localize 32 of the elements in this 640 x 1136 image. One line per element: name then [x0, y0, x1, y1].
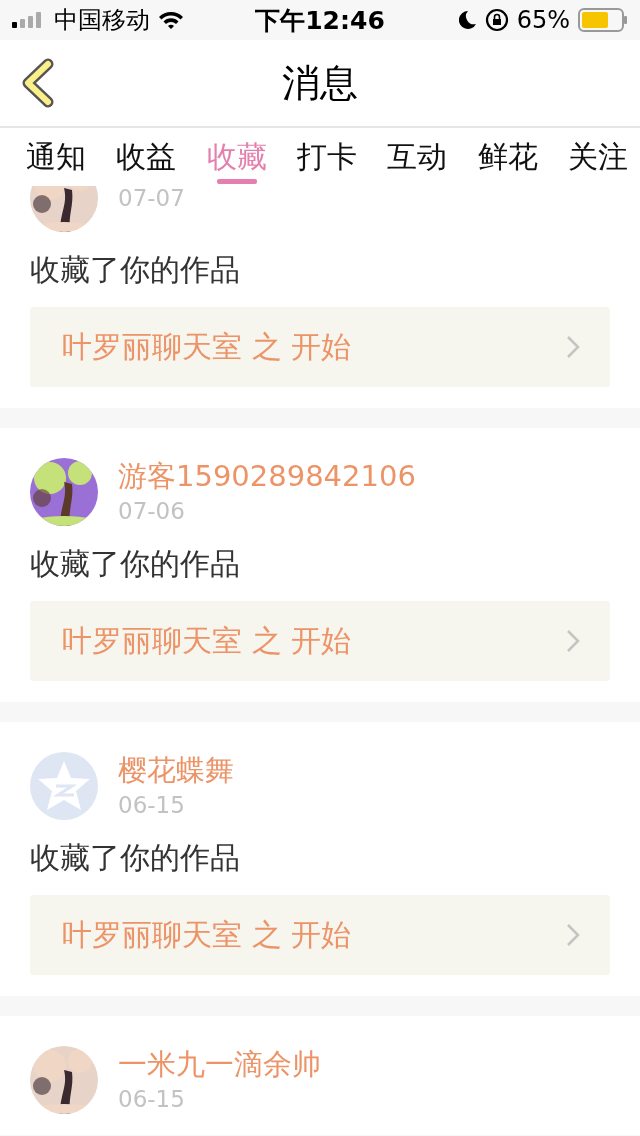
- message-text: 收藏了你的作品: [30, 251, 241, 289]
- rotation-lock-icon: [484, 8, 509, 32]
- work-link[interactable]: 叶罗丽聊天室 之 开始: [30, 307, 610, 387]
- message-date: 06-15: [118, 791, 186, 820]
- chevron-right-icon: [566, 629, 580, 653]
- chevron-right-icon: [566, 335, 580, 359]
- tab[interactable]: 鲜花: [477, 128, 538, 186]
- tab[interactable]: 互动: [387, 128, 448, 186]
- work-link[interactable]: 叶罗丽聊天室 之 开始: [30, 601, 610, 681]
- chevron-right-icon: [566, 923, 580, 947]
- tab[interactable]: 收益: [116, 128, 177, 186]
- moon-icon: [458, 10, 477, 30]
- tab[interactable]: 关注: [567, 128, 628, 186]
- battery-icon: [578, 8, 628, 32]
- tab[interactable]: 通知: [26, 128, 86, 186]
- message-text: 收藏了你的作品: [30, 545, 241, 583]
- battery-percent: 65%: [516, 6, 570, 34]
- tab[interactable]: 打卡: [297, 128, 357, 186]
- message-text: 收藏了你的作品: [30, 839, 241, 877]
- star-avatar-icon: [30, 752, 98, 820]
- user-name[interactable]: 游客1590289842106: [118, 458, 416, 494]
- message-date: 06-15: [118, 1085, 186, 1114]
- user-name[interactable]: 樱花蝶舞: [118, 752, 234, 788]
- wifi-icon: [158, 10, 184, 30]
- message-date: 07-07: [118, 186, 185, 213]
- user-name[interactable]: 一米九一滴余帅: [118, 1046, 321, 1082]
- message-date: 07-06: [118, 497, 186, 526]
- tab[interactable]: 收藏: [206, 128, 267, 186]
- page-title: 消息: [282, 59, 358, 107]
- carrier-name: 中国移动: [54, 5, 150, 36]
- clock-time: 下午12:46: [255, 4, 385, 37]
- work-link[interactable]: 叶罗丽聊天室 之 开始: [30, 895, 610, 975]
